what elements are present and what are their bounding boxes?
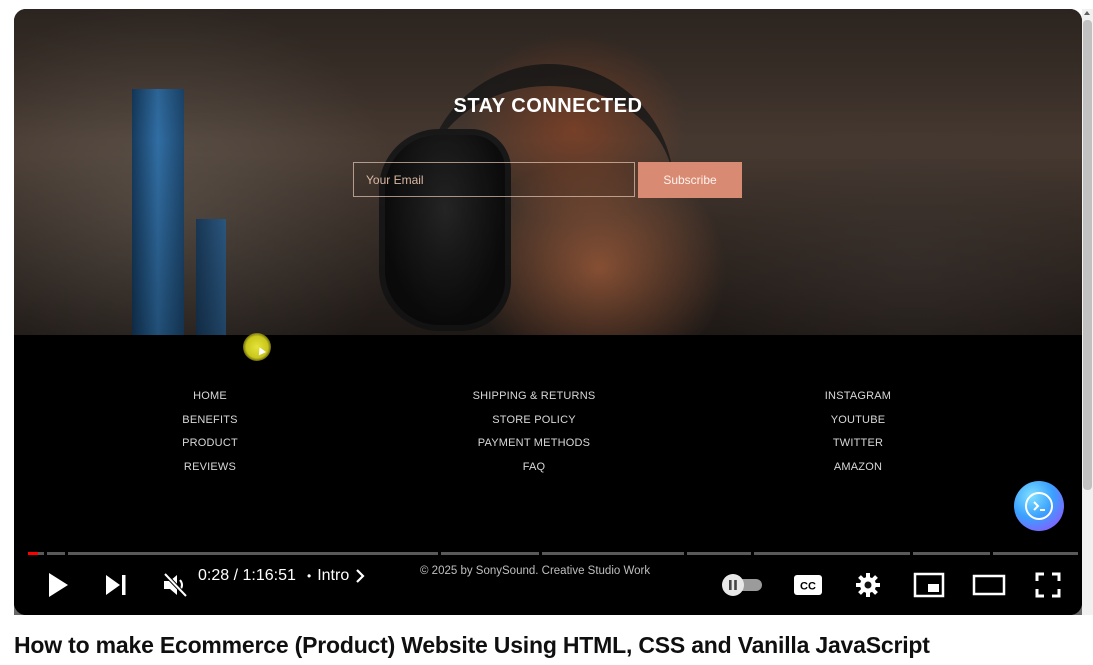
footer-column-nav: HOME BENEFITS PRODUCT REVIEWS <box>160 385 260 479</box>
next-icon <box>106 575 126 595</box>
progress-played <box>28 552 38 555</box>
video-title: How to make Ecommerce (Product) Website … <box>14 632 930 658</box>
email-field[interactable] <box>353 162 635 197</box>
scroll-up-arrow-icon[interactable] <box>1084 11 1090 15</box>
chapter-segment <box>441 552 539 555</box>
chapter-segment <box>993 552 1078 555</box>
footer-link-shipping[interactable]: SHIPPING & RETURNS <box>473 385 596 409</box>
footer-copyright: © 2025 by SonySound. Creative Studio Wor… <box>420 565 651 577</box>
chapter-segment <box>913 552 990 555</box>
mute-button[interactable] <box>160 571 190 599</box>
theater-mode-button[interactable] <box>971 573 1007 597</box>
footer-link-payment[interactable]: PAYMENT METHODS <box>478 432 590 456</box>
footer-link-amazon[interactable]: AMAZON <box>834 456 882 480</box>
footer-link-reviews[interactable]: REVIEWS <box>184 456 236 480</box>
miniplayer-icon <box>913 572 945 598</box>
gear-icon <box>856 573 880 597</box>
volume-muted-icon <box>163 572 188 598</box>
chapter-segment <box>754 552 910 555</box>
cursor-highlight <box>243 333 271 361</box>
theater-mode-icon <box>972 574 1006 596</box>
footer-link-home[interactable]: HOME <box>193 385 227 409</box>
footer-link-twitter[interactable]: TWITTER <box>833 432 883 456</box>
play-icon <box>49 573 68 597</box>
footer-link-store-policy[interactable]: STORE POLICY <box>492 409 576 433</box>
newsletter-heading: STAY CONNECTED <box>453 95 643 117</box>
chevron-right-icon <box>356 569 365 583</box>
cc-icon: CC <box>794 575 822 595</box>
progress-bar[interactable] <box>28 552 1078 555</box>
footer-link-faq[interactable]: FAQ <box>523 456 546 480</box>
time-display: 0:28 / 1:16:51 <box>198 567 296 584</box>
footer-link-product[interactable]: PRODUCT <box>182 432 238 456</box>
chapter-title: Intro <box>317 567 350 584</box>
chapter-separator: • <box>307 569 312 583</box>
footer-link-youtube[interactable]: YOUTUBE <box>831 409 886 433</box>
settings-button[interactable] <box>853 571 883 599</box>
subscribe-button[interactable]: Subscribe <box>638 162 742 198</box>
chapter-segment <box>47 552 65 555</box>
fullscreen-button[interactable] <box>1033 571 1063 599</box>
footer-link-benefits[interactable]: BENEFITS <box>182 409 237 433</box>
chapter-button[interactable]: • Intro <box>307 567 365 585</box>
scrollbar-thumb[interactable] <box>1083 20 1092 490</box>
autoplay-toggle[interactable] <box>720 573 764 597</box>
website-hero-section: STAY CONNECTED Subscribe <box>14 9 1082 335</box>
miniplayer-button[interactable] <box>912 572 946 598</box>
chapter-segment <box>542 552 684 555</box>
svg-text:CC: CC <box>800 581 816 593</box>
footer-column-info: SHIPPING & RETURNS STORE POLICY PAYMENT … <box>462 385 606 479</box>
footer-link-instagram[interactable]: INSTAGRAM <box>825 385 891 409</box>
chapter-segment <box>687 552 751 555</box>
next-button[interactable] <box>102 572 130 598</box>
fullscreen-icon <box>1035 572 1061 598</box>
footer-column-social: INSTAGRAM YOUTUBE TWITTER AMAZON <box>808 385 908 479</box>
autoplay-toggle-icon <box>722 574 762 596</box>
terminal-extension-icon[interactable] <box>1014 481 1064 531</box>
play-button[interactable] <box>44 571 72 599</box>
captions-button[interactable]: CC <box>793 573 823 597</box>
chapter-segment <box>68 552 438 555</box>
